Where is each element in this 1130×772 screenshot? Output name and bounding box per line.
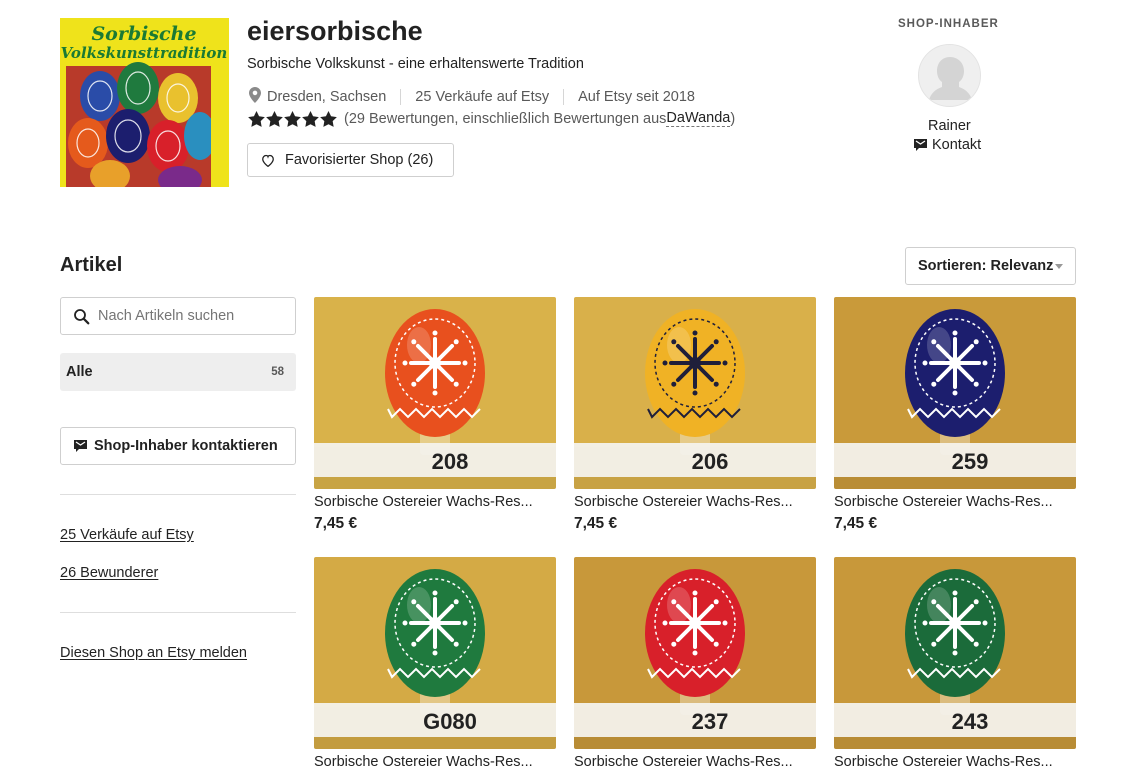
listing-image[interactable]: G080 bbox=[314, 557, 556, 749]
section-title: Artikel bbox=[60, 254, 123, 276]
reviews-close: ) bbox=[730, 110, 736, 127]
sales-link[interactable]: 25 Verkäufe auf Etsy bbox=[60, 527, 194, 543]
message-icon bbox=[914, 139, 927, 151]
reviews-text: (29 Bewertungen, einschließlich Bewertun… bbox=[344, 110, 667, 127]
sort-label: Sortieren: Relevanz bbox=[918, 258, 1054, 274]
listing-image[interactable]: 206 bbox=[574, 297, 816, 489]
contact-owner-button[interactable]: Shop-Inhaber kontaktieren bbox=[60, 427, 296, 465]
listing-card[interactable]: 208 Sorbische Ostereier Wachs-Res... 7,4… bbox=[314, 297, 556, 533]
listing-card[interactable]: 206 Sorbische Ostereier Wachs-Res... 7,4… bbox=[574, 297, 816, 533]
shop-location: Dresden, Sachsen bbox=[267, 89, 387, 105]
listing-card[interactable]: 237 Sorbische Ostereier Wachs-Res... bbox=[574, 557, 816, 770]
listing-title[interactable]: Sorbische Ostereier Wachs-Res... bbox=[314, 754, 556, 770]
listing-price: 7,45 € bbox=[314, 515, 358, 532]
listing-card[interactable]: 243 Sorbische Ostereier Wachs-Res... bbox=[834, 557, 1076, 770]
chevron-down-icon bbox=[1055, 264, 1063, 269]
star-icon bbox=[302, 110, 319, 127]
sidebar-divider bbox=[60, 494, 296, 495]
star-icon bbox=[284, 110, 301, 127]
listing-stock-label: 206 bbox=[692, 449, 729, 474]
owner-section-label: SHOP-INHABER bbox=[898, 18, 999, 30]
shop-meta: Dresden, Sachsen 25 Verkäufe auf Etsy Au… bbox=[249, 87, 695, 107]
listing-stock-label: G080 bbox=[423, 709, 477, 734]
category-all-label: Alle bbox=[66, 364, 93, 380]
listing-card[interactable]: G080 Sorbische Ostereier Wachs-Res... bbox=[314, 557, 556, 770]
star-icon bbox=[320, 110, 337, 127]
meta-divider bbox=[563, 89, 565, 105]
listing-title[interactable]: Sorbische Ostereier Wachs-Res... bbox=[574, 494, 816, 510]
search-box[interactable] bbox=[60, 297, 296, 335]
logo-text-line2: Volkskunsttradition bbox=[61, 44, 228, 62]
star-icon bbox=[248, 110, 265, 127]
sort-dropdown[interactable]: Sortieren: Relevanz bbox=[905, 247, 1076, 285]
listing-image[interactable]: 237 bbox=[574, 557, 816, 749]
shop-sales-count: 25 Verkäufe auf Etsy bbox=[415, 89, 550, 105]
listing-image[interactable]: 243 bbox=[834, 557, 1076, 749]
listing-image[interactable]: 259 bbox=[834, 297, 1076, 489]
owner-name[interactable]: Rainer bbox=[928, 118, 971, 134]
listing-title[interactable]: Sorbische Ostereier Wachs-Res... bbox=[314, 494, 556, 510]
listing-title[interactable]: Sorbische Ostereier Wachs-Res... bbox=[834, 754, 1076, 770]
listing-image[interactable]: 208 bbox=[314, 297, 556, 489]
listing-card[interactable]: 259 Sorbische Ostereier Wachs-Res... 7,4… bbox=[834, 297, 1076, 533]
favorite-shop-button[interactable]: Favorisierter Shop (26) bbox=[247, 143, 454, 177]
listing-title[interactable]: Sorbische Ostereier Wachs-Res... bbox=[834, 494, 1076, 510]
listing-price: 7,45 € bbox=[834, 515, 878, 532]
rating-row[interactable]: (29 Bewertungen, einschließlich Bewertun… bbox=[248, 110, 735, 127]
owner-contact-label: Kontakt bbox=[932, 137, 982, 153]
listing-title[interactable]: Sorbische Ostereier Wachs-Res... bbox=[574, 754, 816, 770]
report-shop-link[interactable]: Diesen Shop an Etsy melden bbox=[60, 645, 247, 661]
shop-name: eiersorbische bbox=[247, 16, 423, 46]
search-input[interactable] bbox=[98, 308, 288, 324]
message-icon bbox=[74, 440, 87, 452]
listing-stock-label: 208 bbox=[432, 449, 469, 474]
logo-text-line1: Sorbische bbox=[91, 23, 196, 45]
search-icon[interactable] bbox=[73, 308, 90, 325]
shop-tagline: Sorbische Volkskunst - eine erhaltenswer… bbox=[247, 56, 584, 72]
favorite-shop-label: Favorisierter Shop (26) bbox=[285, 152, 434, 168]
category-all-count: 58 bbox=[271, 366, 284, 378]
shop-since: Auf Etsy seit 2018 bbox=[578, 89, 695, 105]
listing-price: 7,45 € bbox=[574, 515, 618, 532]
category-all[interactable]: Alle 58 bbox=[60, 353, 296, 391]
avatar[interactable] bbox=[918, 44, 981, 107]
star-icon bbox=[266, 110, 283, 127]
rating-stars bbox=[248, 110, 338, 127]
admirers-link[interactable]: 26 Bewunderer bbox=[60, 565, 158, 581]
listing-stock-label: 243 bbox=[952, 709, 989, 734]
location-pin-icon bbox=[249, 87, 267, 107]
heart-icon bbox=[262, 154, 274, 167]
sidebar-divider bbox=[60, 612, 296, 613]
listing-stock-label: 259 bbox=[952, 449, 989, 474]
reviews-source-link[interactable]: DaWanda bbox=[666, 110, 731, 127]
listing-stock-label: 237 bbox=[692, 709, 729, 734]
owner-contact-link[interactable]: Kontakt bbox=[914, 137, 981, 153]
shop-logo[interactable]: Sorbische Volkskunsttradition bbox=[60, 18, 229, 187]
contact-owner-label: Shop-Inhaber kontaktieren bbox=[94, 438, 278, 454]
meta-divider bbox=[400, 89, 402, 105]
